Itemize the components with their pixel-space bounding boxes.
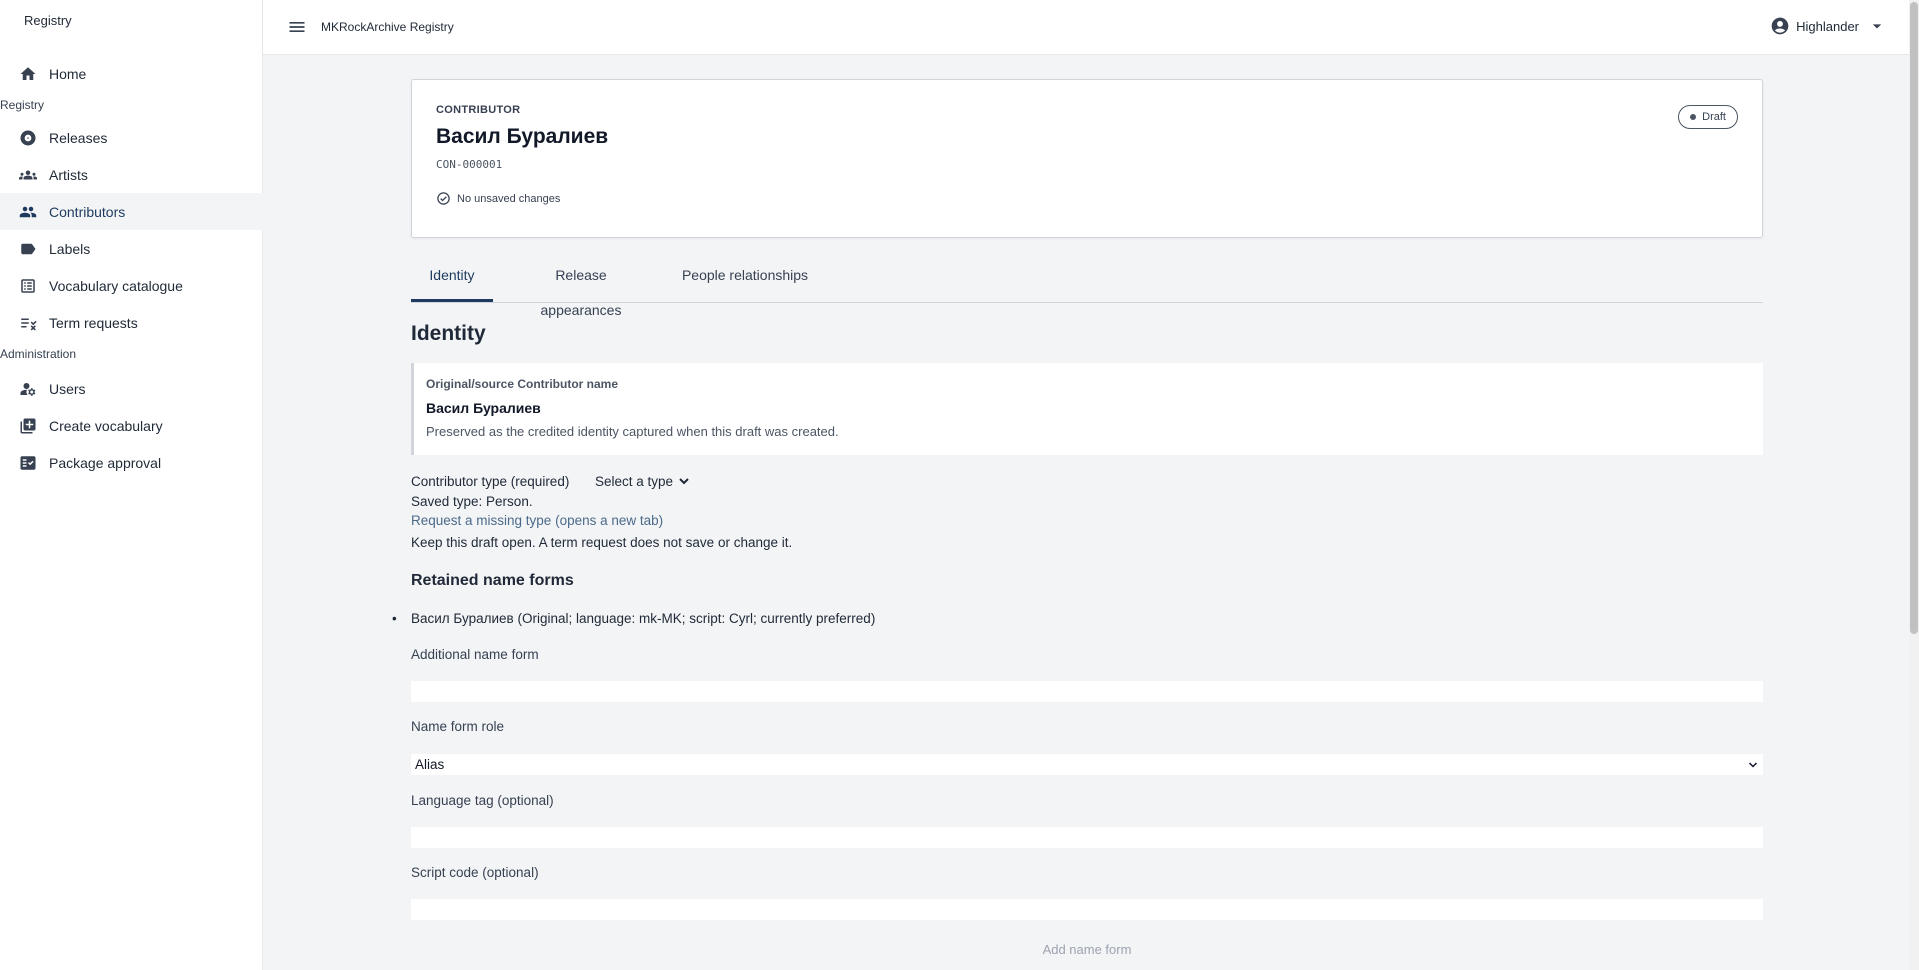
language-tag-label: Language tag (optional): [411, 793, 554, 808]
status-dot-icon: [1690, 114, 1697, 120]
sidebar-item-label: Contributors: [49, 203, 126, 220]
record-id: CON-000001: [436, 158, 503, 171]
manage-accounts-icon: [18, 379, 38, 399]
sidebar-item-contributors[interactable]: Contributors: [0, 193, 263, 230]
group-icon: [18, 165, 38, 185]
name-form-role-value: Alias: [415, 757, 445, 772]
app-title: MKRockArchive Registry: [321, 20, 454, 34]
record-header-card: CONTRIBUTOR Васил Буралиев CON-000001 No…: [411, 79, 1763, 238]
source-name-value: Васил Буралиев: [426, 400, 541, 416]
tab-people-relationships[interactable]: People relationships: [678, 258, 812, 302]
sidebar-section-administration: Administration: [0, 347, 77, 361]
home-icon: [18, 64, 38, 84]
name-form-role-label: Name form role: [411, 719, 505, 734]
sidebar-item-label: Home: [49, 65, 87, 82]
record-type-kicker: CONTRIBUTOR: [436, 104, 521, 116]
status-badge-label: Draft: [1702, 111, 1726, 123]
sidebar-item-package-approval[interactable]: Package approval: [0, 444, 263, 481]
saved-type-text: Saved type: Person.: [411, 494, 533, 509]
sidebar-item-label: Term requests: [49, 314, 138, 331]
scrollbar-thumb[interactable]: [1910, 2, 1918, 634]
tab-identity[interactable]: Identity: [411, 258, 493, 302]
sidebar: Registry Home Registry Releases Artists …: [0, 0, 263, 970]
record-title: Васил Буралиев: [436, 125, 609, 148]
contributor-type-label: Contributor type (required): [411, 474, 570, 489]
tab-bar: Identity Release appearances People rela…: [411, 258, 1763, 318]
section-title: Identity: [411, 322, 486, 345]
caret-down-icon: [1872, 24, 1882, 29]
check-circle-icon: [437, 192, 450, 205]
sidebar-item-label: Users: [49, 380, 86, 397]
top-bar: MKRockArchive Registry Highlander: [263, 0, 1909, 55]
sidebar-item-label: Vocabulary catalogue: [49, 277, 183, 294]
retained-name-forms-title: Retained name forms: [411, 572, 574, 589]
menu-icon[interactable]: [287, 17, 307, 37]
draft-hint-text: Keep this draft open. A term request doe…: [411, 535, 793, 550]
label-icon: [18, 239, 38, 259]
sidebar-item-vocabulary-catalogue[interactable]: Vocabulary catalogue: [0, 267, 263, 304]
page-scrollbar[interactable]: [1909, 0, 1919, 970]
sidebar-item-artists[interactable]: Artists: [0, 156, 263, 193]
add-name-form-button[interactable]: Add name form: [411, 942, 1763, 957]
account-circle-icon: [1771, 17, 1789, 35]
additional-name-form-label: Additional name form: [411, 647, 539, 662]
sidebar-item-label: Package approval: [49, 454, 162, 471]
sidebar-item-labels[interactable]: Labels: [0, 230, 263, 267]
source-name-note: Original/source Contributor name Васил Б…: [411, 363, 1763, 455]
fact-check-icon: [18, 453, 38, 473]
sidebar-item-releases[interactable]: Releases: [0, 119, 263, 156]
chevron-down-icon: [1748, 761, 1758, 768]
sidebar-brand: Registry: [24, 13, 72, 28]
people-icon: [18, 202, 38, 222]
tab-release-appearances[interactable]: Release appearances: [513, 258, 649, 318]
contributor-type-select[interactable]: Select a type: [589, 471, 692, 491]
source-name-label: Original/source Contributor name: [426, 377, 619, 391]
script-code-label: Script code (optional): [411, 865, 539, 880]
library-add-icon: [18, 416, 38, 436]
sidebar-item-create-vocabulary[interactable]: Create vocabulary: [0, 407, 263, 444]
save-status-text: No unsaved changes: [457, 192, 561, 205]
additional-name-form-input[interactable]: [411, 681, 1763, 702]
language-tag-input[interactable]: [411, 827, 1763, 848]
script-code-input[interactable]: [411, 899, 1763, 920]
sidebar-item-label: Releases: [49, 129, 108, 146]
disc-icon: [18, 128, 38, 148]
sidebar-item-label: Labels: [49, 240, 91, 257]
list-item: Васил Буралиев (Original; language: mk-M…: [392, 611, 875, 626]
name-form-role-select[interactable]: Alias: [411, 754, 1763, 775]
sidebar-item-users[interactable]: Users: [0, 370, 263, 407]
user-menu[interactable]: Highlander: [1770, 16, 1887, 36]
checklist-icon: [18, 313, 38, 333]
status-badge: Draft: [1678, 105, 1738, 129]
sidebar-section-registry: Registry: [0, 98, 45, 112]
user-name: Highlander: [1796, 18, 1859, 34]
save-status: No unsaved changes: [436, 191, 560, 206]
sidebar-item-label: Artists: [49, 166, 88, 183]
source-name-description: Preserved as the credited identity captu…: [426, 424, 839, 439]
request-missing-type-link[interactable]: Request a missing type (opens a new tab): [411, 513, 663, 528]
sidebar-item-term-requests[interactable]: Term requests: [0, 304, 263, 341]
list-icon: [18, 276, 38, 296]
sidebar-item-label: Create vocabulary: [49, 417, 163, 434]
sidebar-item-home[interactable]: Home: [0, 55, 263, 92]
